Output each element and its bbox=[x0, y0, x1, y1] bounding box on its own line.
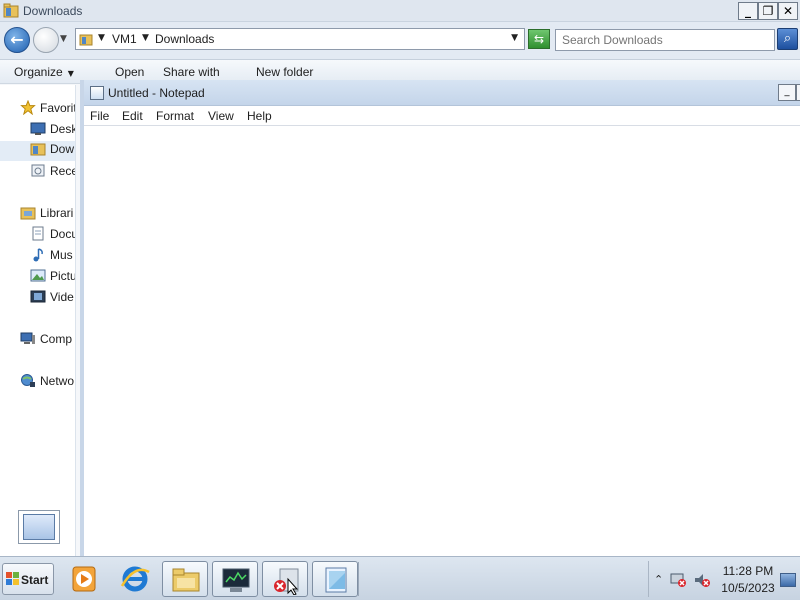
back-button[interactable]: ← bbox=[4, 27, 30, 53]
taskbar-media-player[interactable] bbox=[62, 561, 108, 597]
nav-libraries-label: Librari bbox=[40, 206, 74, 220]
search-icon[interactable]: ⌕ bbox=[777, 28, 798, 50]
nav-downloads[interactable]: Dow bbox=[0, 141, 75, 161]
nav-desktop[interactable]: Desk bbox=[30, 121, 76, 141]
nav-network[interactable]: Netwo bbox=[20, 373, 74, 393]
nav-favorites-label: Favorit bbox=[40, 101, 76, 115]
minimize-button[interactable]: _ bbox=[738, 2, 758, 20]
navigation-pane: Favorit Desk Dow Rece Librari Docu Mus P… bbox=[0, 85, 76, 556]
menu-help[interactable]: Help bbox=[247, 109, 272, 123]
breadcrumb-vm1[interactable]: VM1 bbox=[112, 32, 137, 46]
file-explorer-icon bbox=[172, 568, 200, 592]
document-icon bbox=[32, 226, 44, 241]
nav-libraries[interactable]: Librari bbox=[20, 205, 73, 225]
start-label: Start bbox=[21, 573, 49, 587]
nav-desktop-label: Desk bbox=[50, 122, 76, 136]
file-preview-thumbnail bbox=[18, 510, 60, 544]
volume-muted-icon[interactable] bbox=[693, 572, 711, 588]
nav-network-label: Netwo bbox=[40, 374, 75, 388]
document-preview-icon bbox=[23, 514, 55, 540]
nav-computer[interactable]: Comp bbox=[20, 331, 72, 351]
nav-recent-label: Rece bbox=[50, 164, 76, 178]
notepad-titlebar[interactable]: Untitled - Notepad _ bbox=[84, 80, 800, 106]
breadcrumb-chevron-icon[interactable]: ▼ bbox=[142, 33, 149, 43]
computer-icon bbox=[20, 332, 35, 344]
explorer-navbar: ← ▼ ▼ VM1 ▼ Downloads ▼ ⇆ ⌕ bbox=[0, 22, 800, 60]
notepad-title: Untitled - Notepad bbox=[108, 86, 205, 100]
taskbar-notepad[interactable] bbox=[312, 561, 358, 597]
taskbar: Start ⌃ 11:28 PM 10/5/2023 bbox=[0, 556, 800, 600]
nav-computer-label: Comp bbox=[40, 332, 73, 346]
music-note-icon bbox=[33, 248, 43, 262]
folder-icon bbox=[3, 3, 19, 18]
notepad-window[interactable]: Untitled - Notepad _ File Edit Format Vi… bbox=[80, 80, 800, 556]
nav-downloads-label: Dow bbox=[50, 142, 75, 156]
terminal-icon bbox=[222, 568, 250, 592]
notepad-minimize-button[interactable]: _ bbox=[778, 84, 796, 101]
explorer-titlebar[interactable]: Downloads _ ❐ ✕ bbox=[0, 0, 800, 22]
system-tray: ⌃ 11:28 PM 10/5/2023 bbox=[648, 561, 800, 597]
show-desktop-button[interactable] bbox=[780, 573, 796, 587]
nav-documents[interactable]: Docu bbox=[30, 226, 76, 246]
menu-file[interactable]: File bbox=[90, 109, 109, 123]
organize-label: Organize bbox=[14, 65, 63, 79]
menu-view[interactable]: View bbox=[208, 109, 234, 123]
video-icon bbox=[30, 290, 46, 303]
nav-documents-label: Docu bbox=[50, 227, 76, 241]
taskbar-internet-explorer[interactable] bbox=[112, 561, 158, 597]
address-dropdown-icon[interactable]: ▼ bbox=[511, 33, 518, 43]
taskbar-terminal[interactable] bbox=[212, 561, 258, 597]
picture-icon bbox=[30, 269, 46, 282]
breadcrumb-chevron-icon[interactable]: ▼ bbox=[98, 33, 105, 43]
nav-videos-label: Vide bbox=[50, 290, 74, 304]
nav-music-label: Mus bbox=[50, 248, 73, 262]
library-icon bbox=[20, 207, 36, 220]
star-icon bbox=[20, 100, 36, 115]
network-icon bbox=[21, 374, 35, 387]
open-button[interactable]: Open bbox=[115, 65, 144, 79]
start-button[interactable]: Start bbox=[2, 563, 54, 595]
new-folder-button[interactable]: New folder bbox=[256, 65, 313, 79]
recent-places-icon bbox=[31, 164, 45, 177]
folder-icon bbox=[79, 34, 93, 46]
nav-pictures[interactable]: Pictu bbox=[30, 268, 76, 288]
close-button[interactable]: ✕ bbox=[778, 2, 798, 20]
notepad-icon bbox=[325, 567, 347, 593]
explorer-title: Downloads bbox=[23, 4, 83, 18]
refresh-button[interactable]: ⇆ bbox=[528, 29, 550, 49]
nav-favorites[interactable]: Favorit bbox=[20, 100, 76, 120]
menu-format[interactable]: Format bbox=[156, 109, 194, 123]
search-input[interactable] bbox=[555, 29, 775, 51]
taskbar-separator bbox=[358, 562, 359, 596]
notepad-maximize-button[interactable] bbox=[796, 84, 800, 101]
network-status-icon[interactable] bbox=[669, 572, 687, 588]
show-hidden-icons-icon[interactable]: ⌃ bbox=[654, 573, 663, 586]
downloads-folder-icon bbox=[30, 143, 46, 156]
nav-music[interactable]: Mus bbox=[30, 247, 73, 267]
chevron-down-icon: ▼ bbox=[67, 69, 74, 78]
organize-button[interactable]: Organize ▼ bbox=[14, 65, 74, 79]
nav-videos[interactable]: Vide bbox=[30, 289, 74, 309]
notepad-menubar: File Edit Format View Help bbox=[84, 106, 800, 126]
recent-pages-chevron-icon[interactable]: ▼ bbox=[60, 34, 67, 44]
media-player-icon bbox=[72, 566, 96, 592]
taskbar-error-app[interactable] bbox=[262, 561, 308, 597]
restore-button[interactable]: ❐ bbox=[758, 2, 778, 20]
desktop-icon bbox=[30, 122, 46, 135]
forward-button[interactable] bbox=[33, 27, 59, 53]
taskbar-file-explorer[interactable] bbox=[162, 561, 208, 597]
breadcrumb-downloads[interactable]: Downloads bbox=[155, 32, 214, 46]
notepad-text-area[interactable] bbox=[84, 126, 800, 556]
clock-date[interactable]: 10/5/2023 bbox=[720, 581, 776, 595]
internet-explorer-icon bbox=[120, 566, 150, 592]
nav-pictures-label: Pictu bbox=[50, 269, 76, 283]
windows-logo-icon bbox=[6, 572, 19, 585]
notepad-icon bbox=[90, 86, 104, 100]
address-bar[interactable]: ▼ VM1 ▼ Downloads ▼ bbox=[75, 28, 525, 50]
clock-time[interactable]: 11:28 PM bbox=[720, 564, 776, 578]
share-with-button[interactable]: Share with bbox=[163, 65, 220, 79]
menu-edit[interactable]: Edit bbox=[122, 109, 143, 123]
error-app-icon bbox=[274, 568, 299, 595]
nav-recent[interactable]: Rece bbox=[30, 163, 76, 183]
